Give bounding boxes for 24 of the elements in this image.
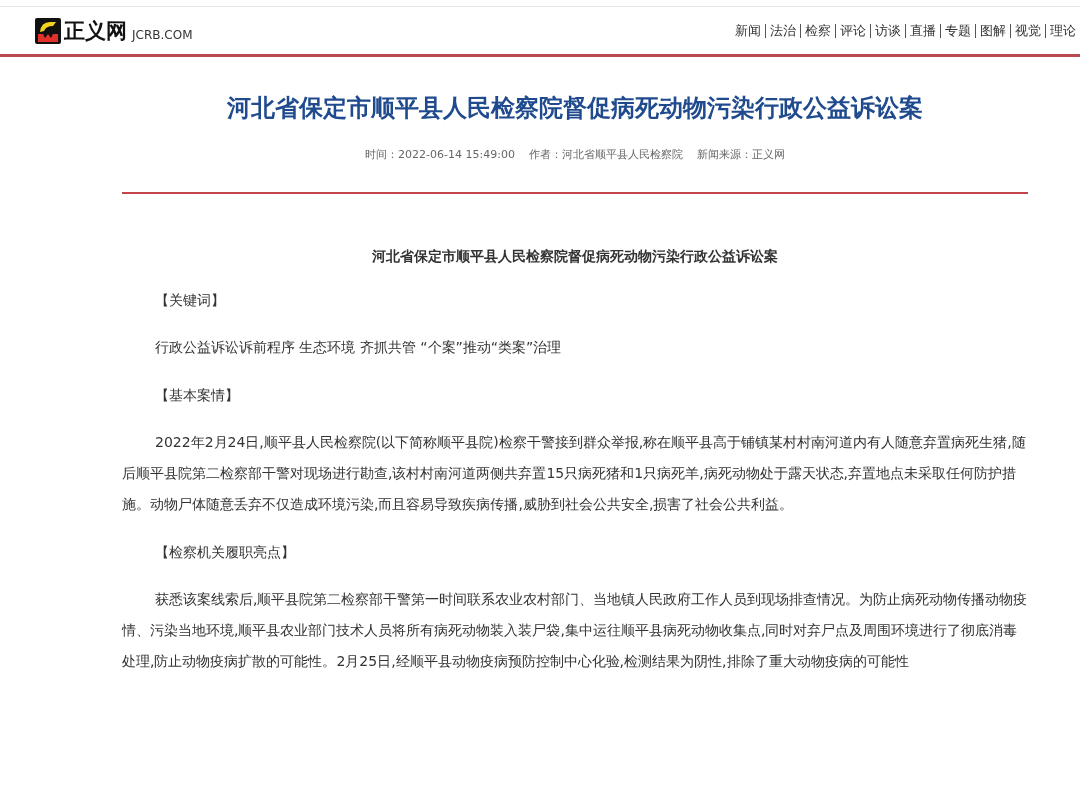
section-label: 【关键词】: [154, 291, 226, 310]
nav-link[interactable]: 法治: [765, 23, 800, 38]
section-label: 【检察机关履职亮点】: [154, 543, 296, 562]
site-name[interactable]: 正义网: [64, 17, 127, 44]
body-paragraph: 2022年2月24日,顺平县人民检察院(以下简称顺平县院)检察干警接到群众举报,称在顺平县高于铺镇某村村南河道内有人随意弃置病死生猪,随后顺平县院第二检察部干警对现场进行勘查,该村村南河道两侧共弃置15只病死猪和1只病死羊,病死动物处于露天状态,弃置地点未采取任何防护措施。动物尸体随意丢弃不仅造成环境污染,而且容易导致疾病传播,威胁到社会公共安全,损害了社会公共利益。: [122, 433, 1027, 514]
article-title: 河北省保定市顺平县人民检察院督促病死动物污染行政公益诉讼案: [226, 93, 924, 124]
nav-link[interactable]: 图解: [975, 23, 1010, 38]
article-meta: 新闻来源：正义网: [696, 147, 785, 162]
body-paragraph: 获悉该案线索后,顺平县院第二检察部干警第一时间联系农业农村部门、当地镇人民政府工作人员到现场排查情况。为防止病死动物传播动物疫情、污染当地环境,顺平县农业部门技术人员将所有病死动物装入装尸袋,集中运往顺平县病死动物收集点,同时对弃尸点及周围环境进行了彻底消毒处理,防止动物疫病扩散的可能性。2月25日,经顺平县动物疫病预防控制中心化验,检测结果为阴性,排除了重大动物疫病的可能性: [122, 590, 1028, 671]
nav-link[interactable]: 理论: [1045, 23, 1080, 38]
article-meta: 作者：河北省顺平县人民检察院: [528, 147, 683, 162]
nav-link[interactable]: 新闻: [731, 23, 765, 38]
nav-link[interactable]: 专题: [940, 23, 975, 38]
logo-icon: [35, 17, 61, 44]
section-label: 【基本案情】: [154, 386, 240, 405]
nav-link[interactable]: 访谈: [870, 23, 905, 38]
site-domain: JCRB.COM: [132, 26, 193, 44]
nav-link[interactable]: 检察: [800, 23, 835, 38]
nav-link[interactable]: 视觉: [1010, 23, 1045, 38]
nav-link[interactable]: 直播: [905, 23, 940, 38]
body-paragraph: 行政公益诉讼诉前程序 生态环境 齐抓共管 “个案”推动“类案”治理: [154, 338, 563, 357]
article-meta: 时间：2022-06-14 15:49:00: [365, 147, 515, 162]
nav-link[interactable]: 评论: [835, 23, 870, 38]
section-heading: 河北省保定市顺平县人民检察院督促病死动物污染行政公益诉讼案: [371, 247, 779, 266]
